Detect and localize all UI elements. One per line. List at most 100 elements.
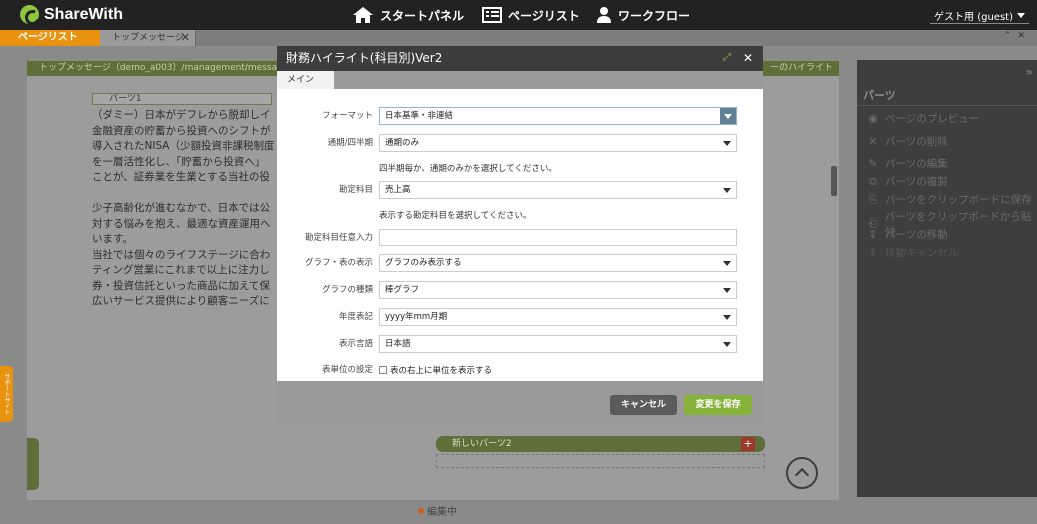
body-text-line: 金融資産の貯蓄から投資へのシフトが [92,124,271,137]
graph-type-select[interactable]: 棒グラフ [379,281,737,299]
format-label: フォーマット [321,111,373,121]
scrollbar-thumb[interactable] [831,166,837,196]
part-settings-dialog: 財務ハイライト(科目別)Ver2 ⤢ ✕ メイン フォーマット 日本基準・非連結… [277,46,763,427]
body-text-line: 広いサービス提供により顧客ニーズに [92,295,270,307]
account-free-input[interactable] [379,229,737,246]
clipboard-save-label: パーツをクリップボードに保存 [885,194,1032,206]
dialog-body: フォーマット 日本基準・非連結 通期/四半期 通期のみ 四半期毎か、通期のみかを… [277,89,763,381]
body-text-line: ことが、証券業を生業とする当社の役 [92,171,270,183]
home-icon [353,7,373,23]
account-row: 勘定科目 売上高 [277,181,763,199]
chevron-down-icon [723,141,731,146]
close-icon[interactable]: ✕ [181,30,190,46]
logo-text: ShareWith [44,5,123,23]
display-mode-value: グラフのみ表示する [385,258,462,268]
unit-setting-label: 表単位の設定 [321,365,373,375]
duplicate-part-label: パーツの複製 [885,176,948,188]
account-label: 勘定科目 [338,185,373,195]
status-indicator: 編集中 [418,503,457,518]
clipboard-save-item[interactable]: ⎘ パーツをクリップボードに保存 [867,192,1032,207]
period-select[interactable]: 通期のみ [379,134,737,152]
new-part-label: 新しいパーツ2 [452,439,512,449]
preview-page-item[interactable]: ◉ ページのプレビュー [867,111,979,126]
body-text-line: ティング営業にこれまで以上に注力し [92,264,270,276]
cancel-move-item[interactable]: ⇕ 移動キャンセル [867,245,959,260]
unit-setting-checkbox[interactable]: 表の右上に単位を表示する [379,361,492,379]
delete-icon: ✕ [868,135,878,148]
chevron-down-icon [723,315,731,320]
format-select[interactable]: 日本基準・非連結 [379,107,737,125]
dialog-title: 財務ハイライト(科目別)Ver2 [286,51,443,65]
duplicate-part-item[interactable]: ⧉ パーツの複製 [867,174,948,189]
body-text-line: を一層活性化し、「貯蓄から投資へ」 [92,155,266,168]
body-text-line: 少子高齢化が進むなかで、日本では公 [92,202,271,214]
nav-start-panel[interactable]: スタートパネル [352,0,464,30]
language-row: 表示言語 日本語 [277,335,763,353]
display-mode-select[interactable]: グラフのみ表示する [379,254,737,272]
display-mode-label: グラフ・表の表示 [304,258,373,268]
year-format-label: 年度表記 [338,312,373,322]
left-strip[interactable] [27,438,39,490]
cancel-move-icon: ⇕ [868,246,878,259]
copy-icon: ⧉ [869,174,877,188]
body-text-line: 券・投資信託といった商品に加えて保 [92,279,270,292]
display-mode-row: グラフ・表の表示 グラフのみ表示する [277,254,763,272]
tabbar-controls[interactable]: ⌃✕ [1004,31,1031,41]
nav-page-list-label: ページリスト [508,8,580,23]
move-icon: ⇕ [868,228,878,241]
graph-type-value: 棒グラフ [385,285,420,295]
format-value: 日本基準・非連結 [385,111,454,121]
support-site-tab[interactable]: サポートサイト [0,366,13,422]
tab-page-list[interactable]: ページリスト [0,30,100,46]
graph-type-label: グラフの種類 [321,285,373,295]
cancel-move-label: 移動キャンセル [885,247,959,259]
account-select[interactable]: 売上高 [379,181,737,199]
year-format-select[interactable]: yyyy年mm月期 [379,308,737,326]
user-icon [597,7,611,23]
status-dot-icon [418,507,424,514]
body-text-line [92,186,282,202]
new-part-header[interactable]: 新しいパーツ2 + [436,436,765,452]
account-free-input-row: 勘定科目任意入力 [277,229,763,247]
dialog-footer: キャンセル 変更を保存 [277,381,763,427]
sharewith-logo[interactable]: ShareWith [20,5,123,24]
chevron-down-icon [723,342,731,347]
dialog-header[interactable]: 財務ハイライト(科目別)Ver2 ⤢ ✕ [277,46,763,71]
collapse-icon[interactable]: » [1025,65,1033,79]
period-value: 通期のみ [385,138,420,148]
clip-save-icon: ⎘ [868,192,878,206]
checkbox-icon[interactable] [379,366,387,374]
save-button[interactable]: 変更を保存 [684,395,752,415]
body-text-line: （ダミー）日本がデフレから脱却しイ [92,109,271,121]
nav-workflow-label: ワークフロー [618,8,691,23]
body-text: （ダミー）日本がデフレから脱却しイ 金融資産の貯蓄から投資へのシフトが 導入されたN… [92,108,282,310]
chevron-down-icon [720,108,736,124]
breadcrumb-path: トップメッセージ（demo_a003）/management/message [39,63,289,73]
tab-top-message[interactable]: トップメッセージ ✕ [100,30,196,46]
format-row: フォーマット 日本基準・非連結 [277,107,763,125]
move-part-item[interactable]: ⇕ パーツの移動 [867,227,948,242]
page-list-icon [482,7,502,23]
part-label[interactable]: パーツ1 [92,93,272,105]
chevron-down-icon [723,261,731,266]
move-part-label: パーツの移動 [885,229,948,241]
delete-part-item[interactable]: ✕ パーツの削除 [867,134,947,149]
nav-page-list[interactable]: ページリスト [482,0,580,30]
tab-main[interactable]: メイン [277,71,334,89]
edit-part-item[interactable]: ✎ パーツの編集 [867,156,947,171]
user-menu[interactable]: ゲスト用 (guest) [930,7,1029,24]
dialog-close-button[interactable]: ✕ [743,46,753,71]
scroll-top-button[interactable] [786,457,818,489]
language-select[interactable]: 日本語 [379,335,737,353]
account-value: 売上高 [385,185,411,195]
nav-workflow[interactable]: ワークフロー [596,0,690,30]
resize-icon[interactable]: ⤢ [723,53,733,63]
language-value: 日本語 [385,339,411,349]
cancel-button[interactable]: キャンセル [610,395,677,415]
add-part-button[interactable]: + [741,437,755,451]
unit-setting-checkbox-label: 表の右上に単位を表示する [390,366,493,376]
parts-panel: » パーツ ◉ ページのプレビュー ✕ パーツの削除 ✎ パーツの編集 ⧉ パーツの複製… [857,60,1037,497]
new-part-body[interactable] [436,454,765,468]
top-bar: ShareWith スタートパネル ページリスト ワークフロー ゲスト用 (gu… [0,0,1037,30]
unit-setting-row: 表単位の設定 表の右上に単位を表示する [277,361,763,379]
